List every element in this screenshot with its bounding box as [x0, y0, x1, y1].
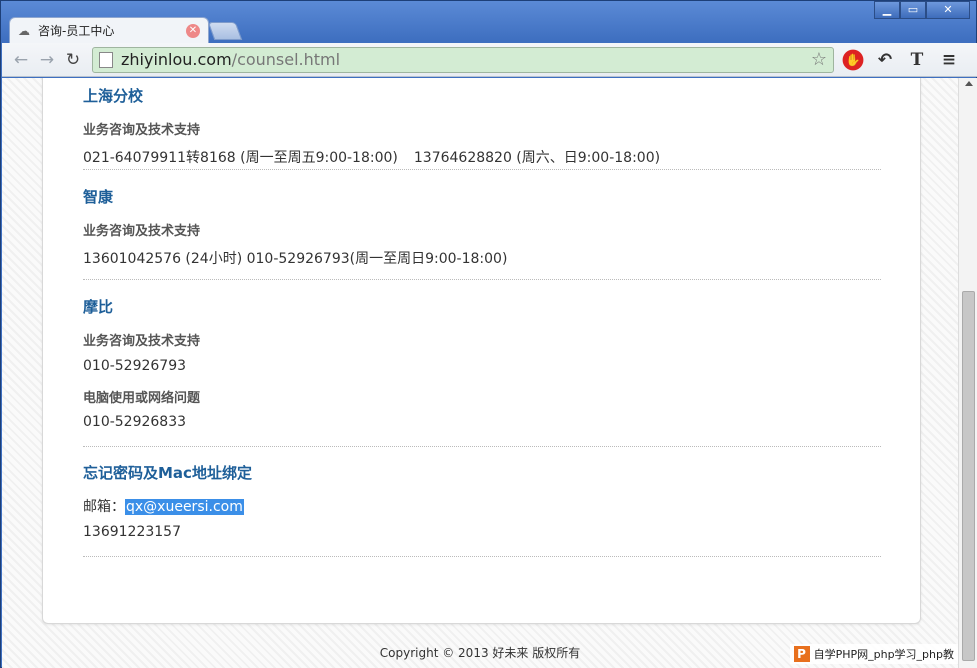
- adblock-extension-icon[interactable]: ✋: [840, 46, 866, 73]
- contact-line: 021-64079911转8168 (周一至周五9:00-18:00) 13764…: [83, 147, 660, 167]
- page-icon: [99, 51, 113, 68]
- reload-icon[interactable]: ↻: [60, 47, 86, 73]
- page-viewport: 上海分校 业务咨询及技术支持 021-64079911转8168 (周一至周五9…: [2, 78, 958, 668]
- watermark-logo-icon: P: [793, 646, 810, 662]
- email-link[interactable]: qx@xueersi.com: [125, 499, 244, 515]
- email-line: 邮箱：qx@xueersi.com: [83, 496, 244, 516]
- menu-icon[interactable]: ≡: [936, 47, 962, 73]
- section-password-mac: 忘记密码及Mac地址绑定 邮箱：qx@xueersi.com 136912231…: [83, 447, 881, 557]
- section-shanghai: 上海分校 业务咨询及技术支持 021-64079911转8168 (周一至周五9…: [83, 87, 881, 170]
- browser-window: ▁ ▭ ✕ ☁ 咨询-员工中心 ✕ ← → ↻ zhiyinlou.com /c…: [0, 0, 977, 668]
- section-zhikang: 智康 业务咨询及技术支持 13601042576 (24小时) 010-5292…: [83, 170, 881, 280]
- section-subtitle: 业务咨询及技术支持: [83, 224, 201, 239]
- email-label: 邮箱：: [83, 499, 125, 515]
- section-mobi: 摩比 业务咨询及技术支持 010-52926793 电脑使用或网络问题 010-…: [83, 280, 881, 447]
- contact-line: 13601042576 (24小时) 010-52926793(周一至周日9:0…: [83, 251, 508, 267]
- contact-line-network: 010-52926833: [83, 414, 187, 430]
- contact-line: 010-52926793: [83, 358, 187, 374]
- scroll-thumb[interactable]: [962, 291, 975, 661]
- content-card: 上海分校 业务咨询及技术支持 021-64079911转8168 (周一至周五9…: [42, 78, 921, 624]
- bookmark-star-icon[interactable]: ☆: [811, 49, 827, 70]
- section-subtitle-network: 电脑使用或网络问题: [83, 391, 201, 406]
- address-bar[interactable]: zhiyinlou.com /counsel.html ☆: [92, 46, 834, 73]
- section-title: 摩比: [83, 298, 114, 316]
- url-path: /counsel.html: [231, 50, 341, 69]
- section-title: 智康: [83, 188, 114, 206]
- tab-close-icon[interactable]: ✕: [186, 23, 200, 38]
- tab-title: 咨询-员工中心: [38, 24, 115, 38]
- vertical-scrollbar[interactable]: [958, 78, 977, 668]
- minimize-button[interactable]: ▁: [874, 1, 900, 19]
- section-title: 忘记密码及Mac地址绑定: [83, 464, 252, 482]
- contact-weekday: 021-64079911转8168 (周一至周五9:00-18:00): [83, 150, 398, 166]
- contact-weekend: 13764628820 (周六、日9:00-18:00): [413, 150, 661, 166]
- maximize-button[interactable]: ▭: [900, 1, 926, 19]
- undo-extension-icon[interactable]: ↶: [872, 47, 898, 73]
- forward-arrow-icon[interactable]: →: [34, 47, 60, 73]
- page-favicon-icon: ☁: [18, 23, 30, 38]
- browser-tab[interactable]: ☁ 咨询-员工中心 ✕: [9, 17, 209, 43]
- close-window-button[interactable]: ✕: [926, 1, 970, 19]
- browser-toolbar: ← → ↻ zhiyinlou.com /counsel.html ☆ ✋ ↶ …: [2, 43, 977, 77]
- phone-line: 13691223157: [83, 524, 181, 540]
- watermark: P 自学PHP网_php学习_php教: [789, 644, 958, 664]
- text-extension-icon[interactable]: T: [904, 47, 930, 73]
- scroll-up-arrow-icon[interactable]: [965, 81, 973, 86]
- section-subtitle: 业务咨询及技术支持: [83, 123, 201, 138]
- url-host: zhiyinlou.com: [121, 50, 232, 69]
- watermark-text: 自学PHP网_php学习_php教: [813, 648, 954, 661]
- section-title: 上海分校: [83, 87, 144, 105]
- section-subtitle: 业务咨询及技术支持: [83, 334, 201, 349]
- back-arrow-icon[interactable]: ←: [8, 47, 34, 73]
- new-tab-button[interactable]: [207, 22, 243, 40]
- window-controls: ▁ ▭ ✕: [874, 1, 970, 19]
